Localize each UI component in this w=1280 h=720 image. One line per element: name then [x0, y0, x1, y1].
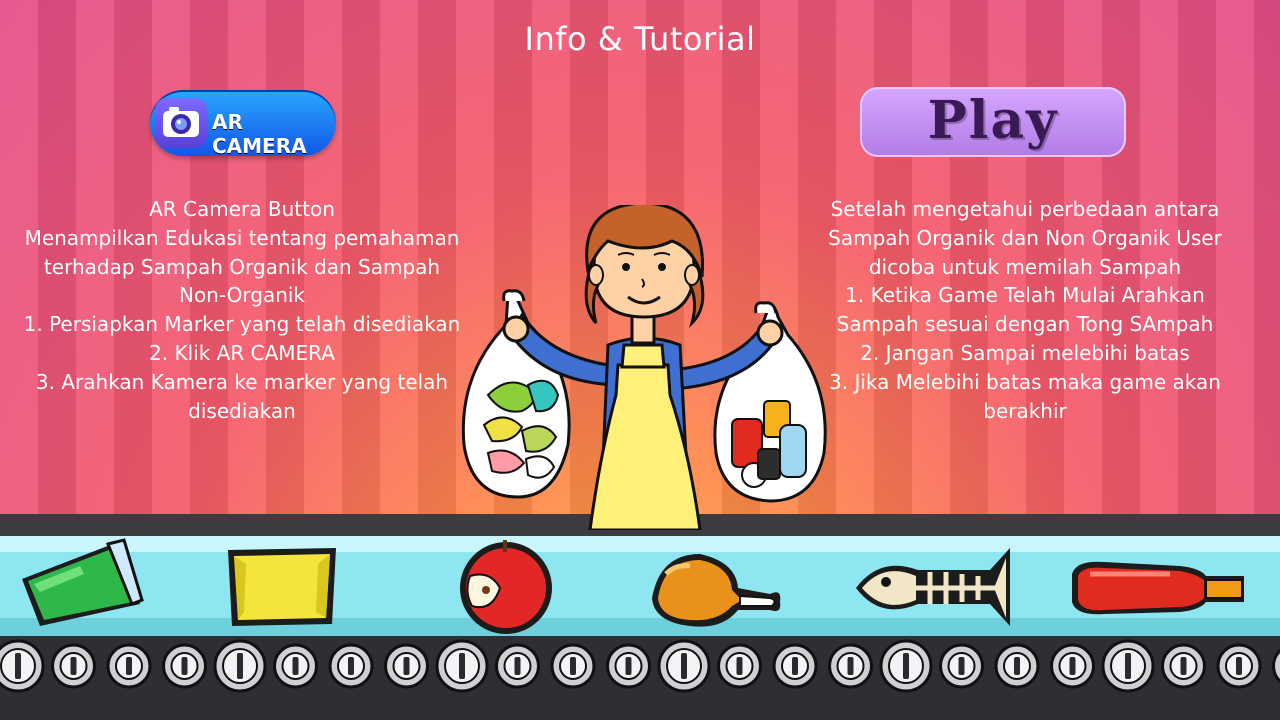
roller-axle — [348, 657, 354, 675]
info-line: AR Camera Button — [149, 197, 335, 221]
info-line: berakhir — [983, 398, 1067, 423]
roller-axle — [15, 653, 21, 679]
roller-axle — [736, 657, 743, 675]
roller-axle — [570, 657, 576, 675]
roller-axle — [1236, 657, 1242, 675]
play-label: Play — [927, 90, 1059, 151]
roller-axle — [237, 653, 243, 679]
conveyor-belt — [0, 514, 1280, 720]
info-line: 2. Klik AR CAMERA — [149, 340, 335, 365]
roller-axle — [847, 657, 854, 675]
organic-waste-icon — [482, 379, 560, 479]
screen-title: Info & Tutorial — [524, 20, 756, 58]
roller-axle — [181, 657, 188, 675]
info-line: Menampilkan Edukasi tentang pemahaman — [24, 225, 460, 250]
roller-axle — [292, 657, 299, 675]
roller-axle — [70, 657, 77, 675]
ar-camera-instructions: AR Camera Button Menampilkan Edukasi ten… — [0, 195, 484, 425]
roller-axle — [1180, 657, 1187, 675]
roller-axle — [403, 657, 410, 675]
roller-axle — [1014, 657, 1020, 675]
roller-axle — [681, 653, 687, 679]
game-screen: Info & Tutorial AR CAMERA Play AR Camera… — [0, 0, 1280, 720]
roller-axle — [903, 653, 909, 679]
info-line: Sampah sesuai dengan Tong SAmpah — [836, 312, 1214, 337]
info-line: 2. Jangan Sampai melebihi batas — [860, 340, 1190, 365]
info-line: 3. Jika Melebihi batas maka game akan — [829, 369, 1221, 394]
roller-axle — [625, 657, 632, 675]
info-line: terhadap Sampah Organik dan Sampah — [43, 254, 441, 279]
info-line: 3. Arahkan Kamera ke marker yang telah — [35, 369, 449, 394]
roller-axle — [958, 657, 965, 675]
roller-axle — [514, 657, 521, 675]
info-line: Sampah Organik dan Non Organik User — [828, 225, 1222, 250]
character-holding-trash-bags — [461, 205, 827, 530]
info-line: disediakan — [188, 398, 296, 423]
info-line: dicoba untuk memilah Sampah — [868, 254, 1182, 279]
roller-axle — [459, 653, 465, 679]
roller-axle — [1069, 657, 1076, 675]
info-line: 1. Persiapkan Marker yang telah disediak… — [23, 312, 461, 337]
info-line: 1. Ketika Game Telah Mulai Arahkan — [845, 283, 1205, 308]
info-line: Non-Organik — [178, 283, 306, 308]
info-line: Setelah mengetahui perbedaan antara — [830, 197, 1220, 221]
roller-axle — [126, 657, 132, 675]
play-instructions: Setelah mengetahui perbedaan antara Samp… — [790, 195, 1260, 425]
camera-icon — [155, 98, 207, 148]
roller-axle — [1125, 653, 1131, 679]
play-button[interactable]: Play — [860, 87, 1126, 157]
ar-camera-label: AR CAMERA — [212, 110, 307, 158]
roller-axle — [792, 657, 798, 675]
yellow-snack-wrapper-icon — [228, 548, 336, 626]
ar-camera-button[interactable]: AR CAMERA — [150, 90, 336, 158]
